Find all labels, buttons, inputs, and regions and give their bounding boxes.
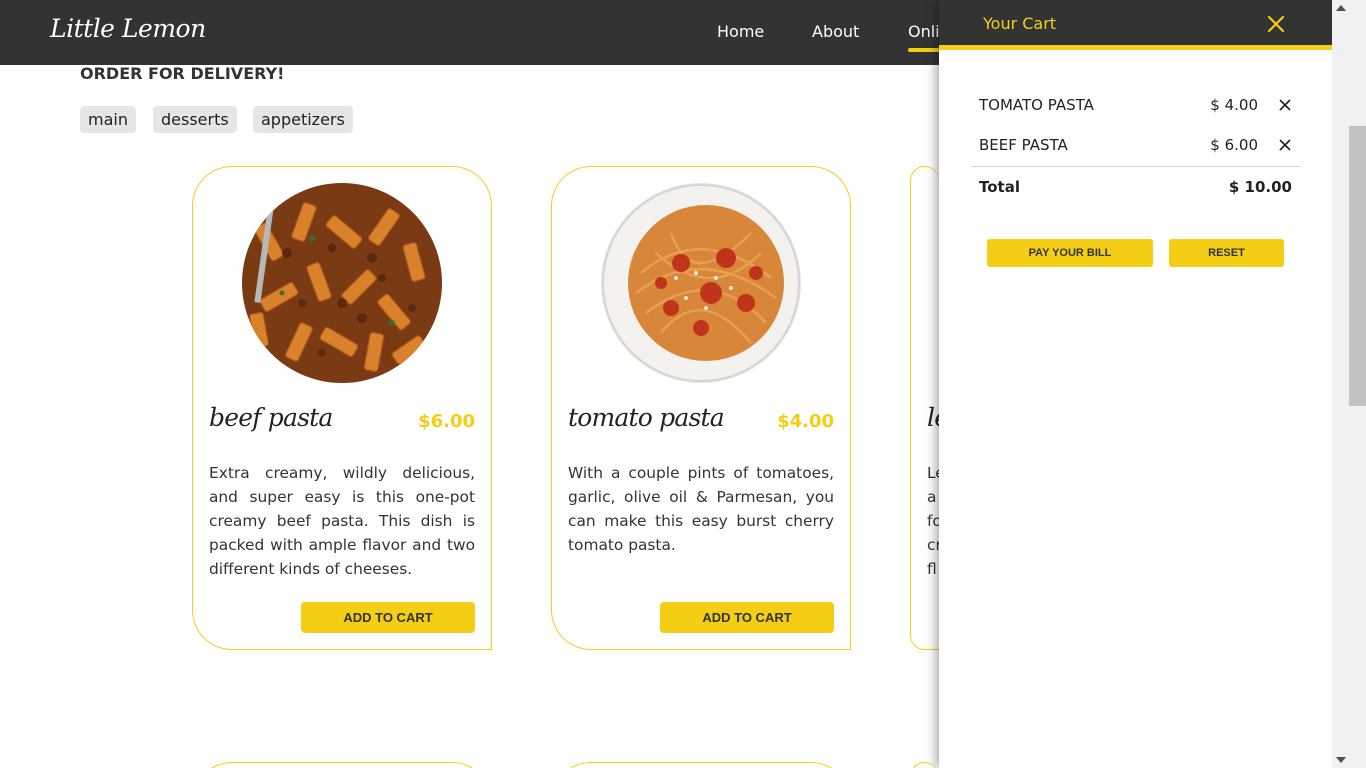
beef-pasta-image: [242, 183, 442, 383]
cart-item-name: BEEF PASTA: [979, 136, 1068, 154]
page-scrollbar[interactable]: [1332, 0, 1366, 768]
scroll-down-arrow-icon[interactable]: [1332, 752, 1366, 768]
card-description: Extra creamy, wildly delicious, and supe…: [209, 464, 475, 578]
pay-bill-button[interactable]: PAY YOUR BILL: [987, 239, 1153, 267]
cart-drawer-header: Your Cart: [939, 0, 1332, 50]
menu-card-third: le Le a fo cr fl: [910, 166, 949, 650]
cart-total-label: Total: [979, 178, 1020, 196]
scrollbar-thumb[interactable]: [1349, 126, 1366, 406]
category-chip-desserts[interactable]: desserts: [153, 106, 237, 133]
remove-item-icon[interactable]: [1278, 98, 1292, 112]
cart-divider: [971, 166, 1300, 167]
cart-drawer: Your Cart TOMATO PASTA $ 4.00 BEEF PASTA…: [939, 0, 1332, 768]
card-price: $4.00: [777, 411, 834, 432]
scroll-up-arrow-icon[interactable]: [1332, 0, 1366, 16]
menu-card-beef-pasta: beef pasta $6.00 Extra creamy, wildly de…: [192, 166, 492, 650]
remove-item-icon[interactable]: [1278, 138, 1292, 152]
reset-button[interactable]: RESET: [1169, 239, 1284, 267]
add-to-cart-button[interactable]: ADD TO CART: [301, 602, 475, 633]
cart-item: TOMATO PASTA $ 4.00: [979, 94, 1296, 118]
card-title: beef pasta: [209, 403, 333, 432]
nav-online-order[interactable]: Onli: [908, 22, 940, 52]
category-chip-appetizers[interactable]: appetizers: [253, 106, 353, 133]
section-title: ORDER FOR DELIVERY!: [80, 64, 285, 83]
add-to-cart-button[interactable]: ADD TO CART: [660, 602, 834, 633]
category-chip-main[interactable]: main: [80, 106, 136, 133]
card-price: $6.00: [418, 411, 475, 432]
menu-card-next-row: [192, 762, 492, 768]
cart-title: Your Cart: [983, 14, 1057, 33]
cart-item-price: $ 4.00: [1210, 96, 1258, 114]
site-logo[interactable]: Little Lemon: [50, 14, 206, 43]
tomato-pasta-image: [601, 183, 801, 383]
menu-card-tomato-pasta: tomato pasta $4.00 With a couple pints o…: [551, 166, 851, 650]
cart-total-value: $ 10.00: [1228, 178, 1292, 196]
nav-about[interactable]: About: [812, 22, 859, 41]
card-description: With a couple pints of tomatoes, garlic,…: [568, 464, 834, 554]
cart-item-price: $ 6.00: [1210, 136, 1258, 154]
card-title: tomato pasta: [568, 403, 725, 432]
menu-card-next-row: [910, 762, 939, 768]
cart-item-name: TOMATO PASTA: [979, 96, 1094, 114]
nav-home[interactable]: Home: [717, 22, 764, 41]
cart-item: BEEF PASTA $ 6.00: [979, 134, 1296, 158]
close-icon[interactable]: [1264, 12, 1288, 36]
menu-card-next-row: [551, 762, 851, 768]
